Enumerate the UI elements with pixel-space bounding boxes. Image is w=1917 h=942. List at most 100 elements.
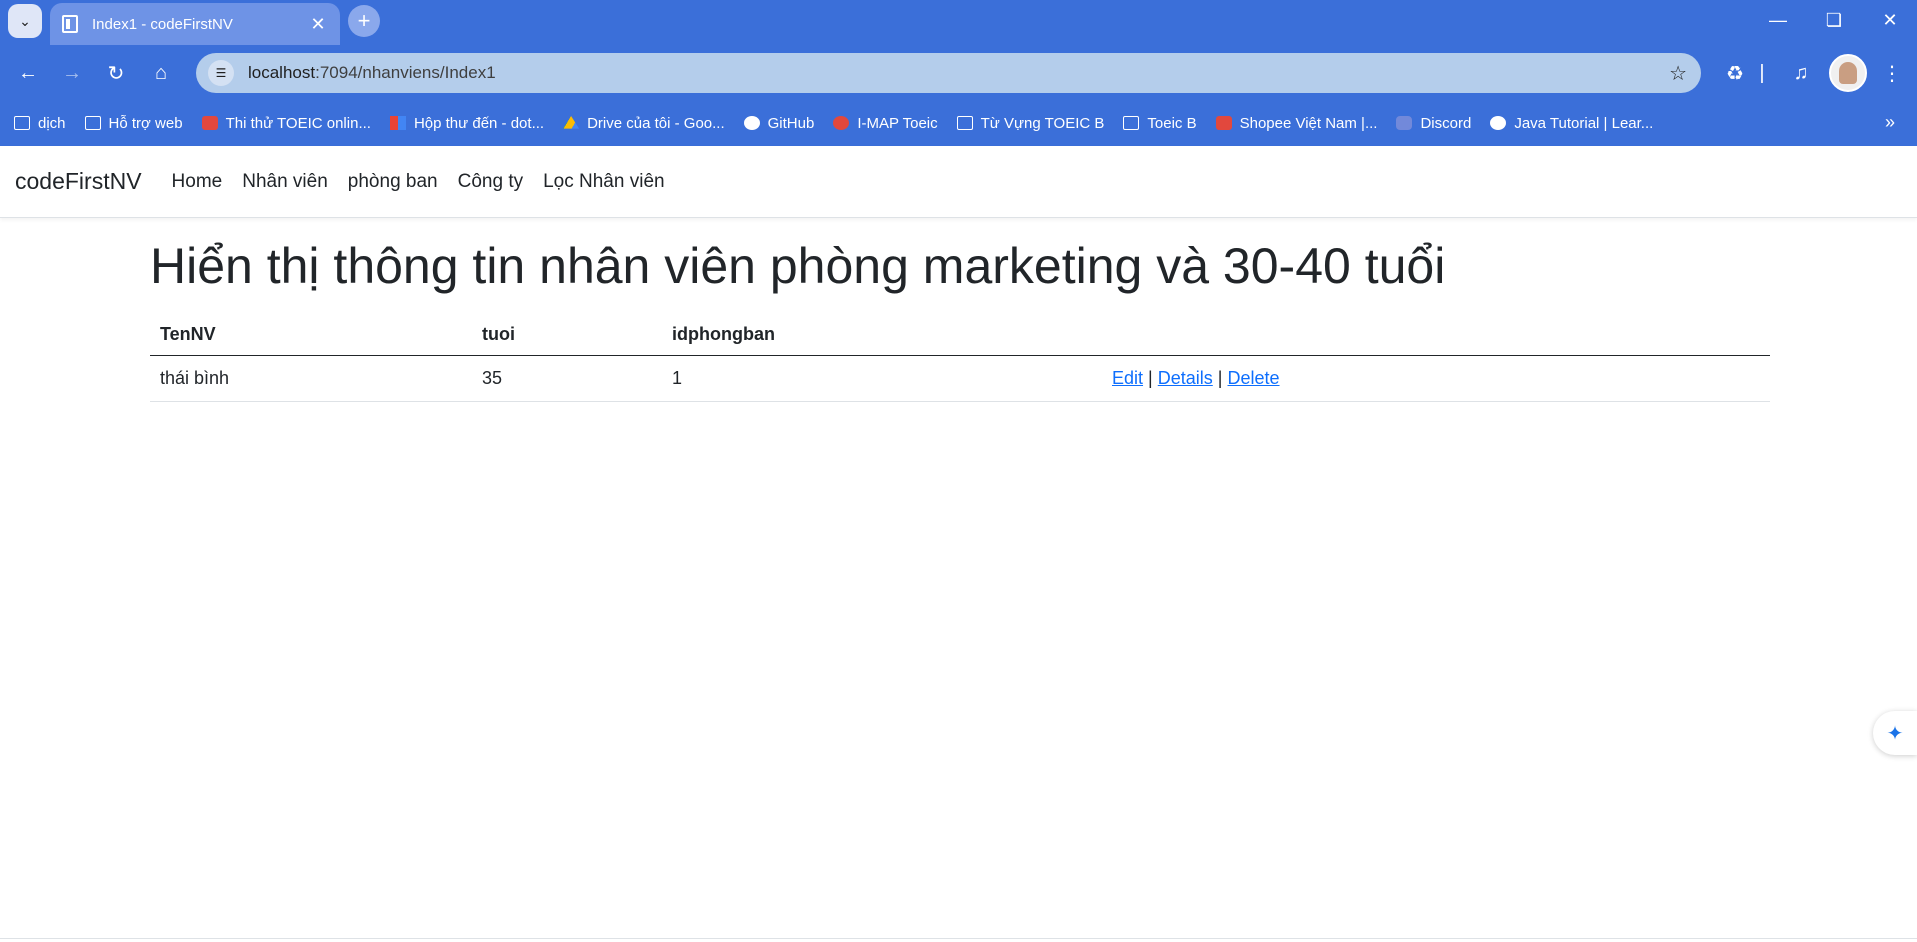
bookmark-label: Từ Vựng TOEIC B — [980, 114, 1105, 132]
arrow-left-icon: ← — [18, 61, 38, 84]
cell-tuoi: 35 — [472, 355, 662, 402]
web-page: codeFirstNV Home Nhân viên phòng ban Côn… — [0, 146, 1917, 942]
folder-icon — [956, 116, 973, 130]
folder-icon — [1123, 116, 1140, 130]
site-brand[interactable]: codeFirstNV — [15, 168, 142, 195]
arrow-right-icon: → — [62, 61, 82, 84]
home-button[interactable]: ⌂ — [145, 57, 177, 89]
bookmark-item[interactable]: Hỗ trợ web — [84, 114, 183, 132]
nav-congty[interactable]: Công ty — [458, 171, 523, 193]
page-icon — [62, 15, 78, 33]
reload-button[interactable]: ↻ — [100, 57, 132, 89]
bookmark-label: Shopee Việt Nam |... — [1239, 114, 1378, 132]
cell-actions: Edit | Details | Delete — [1102, 355, 1770, 402]
cell-idphongban: 1 — [662, 355, 1102, 402]
bookmark-item[interactable]: Toeic B — [1123, 114, 1197, 132]
bookmark-item[interactable]: Discord — [1396, 115, 1471, 132]
bookmark-item[interactable]: Từ Vựng TOEIC B — [956, 114, 1105, 132]
bookmark-item[interactable]: Hộp thư đến - dot... — [389, 114, 545, 132]
site-navbar: codeFirstNV Home Nhân viên phòng ban Côn… — [0, 146, 1917, 218]
tab-strip: ⌄ Index1 - codeFirstNV ✕ + — ❏ ✕ — [0, 0, 1917, 45]
nav-nhanvien[interactable]: Nhân viên — [242, 171, 328, 193]
edit-link[interactable]: Edit — [1112, 368, 1143, 388]
minimize-button[interactable]: — — [1750, 0, 1806, 40]
drive-icon — [563, 116, 580, 129]
gmail-icon — [389, 116, 406, 130]
reload-icon: ↻ — [107, 62, 125, 85]
back-button[interactable]: ← — [12, 57, 44, 89]
chevron-down-icon: ⌄ — [19, 12, 31, 29]
cell-tennv: thái bình — [150, 355, 472, 402]
github-icon — [743, 116, 760, 130]
folder-icon — [14, 116, 30, 130]
forward-button[interactable]: → — [56, 57, 88, 89]
browser-toolbar: ← → ↻ ⌂ ☰ localhost:7094/nhanviens/Index… — [0, 45, 1917, 100]
restore-button[interactable]: ❏ — [1806, 0, 1862, 40]
tab-search-button[interactable]: ⌄ — [8, 4, 42, 38]
address-bar[interactable]: ☰ localhost:7094/nhanviens/Index1 ☆ — [196, 53, 1701, 93]
bookmark-label: Toeic B — [1147, 114, 1197, 132]
bookmark-item[interactable]: Shopee Việt Nam |... — [1215, 114, 1378, 132]
page-title: Hiển thị thông tin nhân viên phòng marke… — [150, 238, 1446, 294]
menu-kebab-icon[interactable]: ⋮ — [1876, 57, 1908, 89]
bookmark-label: dịch — [38, 114, 66, 132]
nav-phongban[interactable]: phòng ban — [348, 171, 438, 193]
discord-icon — [1396, 116, 1413, 130]
bookmark-item[interactable]: dịch — [14, 115, 66, 132]
close-tab-icon[interactable]: ✕ — [308, 14, 328, 35]
bookmark-item[interactable]: GitHub — [743, 114, 815, 132]
separator: | — [1148, 368, 1153, 388]
bookmarks-bar: dịch Hỗ trợ web Thi thử TOEIC onlin... H… — [0, 100, 1917, 146]
browser-chrome: ⌄ Index1 - codeFirstNV ✕ + — ❏ ✕ ← → ↻ ⌂… — [0, 0, 1917, 146]
nav-home[interactable]: Home — [172, 171, 223, 193]
folder-icon — [84, 116, 101, 130]
url-host: localhost — [248, 63, 316, 82]
extensions-icon[interactable]: ♻ — [1719, 57, 1751, 89]
table-header-row: TenNV tuoi idphongban — [150, 314, 1770, 356]
header-tuoi: tuoi — [472, 314, 662, 356]
profile-avatar[interactable] — [1829, 54, 1867, 92]
bookmark-label: Discord — [1420, 114, 1472, 132]
bookmark-item[interactable]: Java Tutorial | Lear... — [1490, 115, 1653, 132]
separator: | — [1217, 368, 1223, 388]
bookmark-item[interactable]: Drive của tôi - Goo... — [563, 115, 725, 132]
main-content: Hiển thị thông tin nhân viên phòng marke… — [150, 236, 1770, 402]
bookmark-label: Drive của tôi - Goo... — [587, 114, 725, 132]
shopee-icon — [1215, 116, 1232, 130]
bookmark-star-icon[interactable]: ☆ — [1669, 61, 1687, 86]
bookmark-label: Thi thử TOEIC onlin... — [225, 114, 371, 132]
sparkle-drop-icon: ✦ — [1886, 722, 1904, 745]
imap-icon — [833, 116, 850, 130]
bookmark-label: Hộp thư đến - dot... — [413, 114, 545, 132]
url-text[interactable]: localhost:7094/nhanviens/Index1 — [248, 63, 496, 83]
header-idphongban: idphongban — [662, 314, 1102, 356]
tab-title: Index1 - codeFirstNV — [92, 15, 233, 33]
nav-loc-nhanvien[interactable]: Lọc Nhân viên — [543, 171, 664, 193]
delete-link[interactable]: Delete — [1228, 368, 1280, 388]
avatar-face — [1839, 62, 1857, 84]
media-controls-icon[interactable]: ♫ — [1785, 57, 1817, 89]
active-tab[interactable]: Index1 - codeFirstNV ✕ — [50, 3, 340, 45]
globe-icon — [1490, 116, 1507, 130]
bookmark-item[interactable]: Thi thử TOEIC onlin... — [201, 114, 371, 132]
site-info-icon[interactable]: ☰ — [208, 60, 234, 86]
footer-divider — [0, 938, 1917, 939]
more-bookmarks-icon[interactable]: » — [1885, 112, 1895, 133]
bookmark-label: I-MAP Toeic — [857, 114, 938, 132]
home-icon: ⌂ — [154, 61, 168, 84]
table-row: thái bình 35 1 Edit | Details | Delete — [150, 355, 1770, 402]
new-tab-button[interactable]: + — [348, 5, 380, 37]
header-tennv: TenNV — [150, 314, 472, 356]
bookmark-label: GitHub — [767, 114, 815, 132]
floating-assistant-button[interactable]: ✦ — [1873, 711, 1917, 755]
bookmark-label: Hỗ trợ web — [108, 114, 183, 132]
header-actions — [1102, 314, 1770, 356]
toeic-icon — [201, 116, 218, 130]
window-close-button[interactable]: ✕ — [1862, 0, 1917, 40]
toolbar-divider: | — [1759, 61, 1765, 84]
url-path: :7094/nhanviens/Index1 — [315, 63, 496, 82]
bookmark-label: Java Tutorial | Lear... — [1514, 114, 1654, 132]
details-link[interactable]: Details — [1158, 368, 1213, 388]
bookmark-item[interactable]: I-MAP Toeic — [833, 114, 938, 132]
employee-table: TenNV tuoi idphongban thái bình 35 1 Edi… — [150, 314, 1770, 402]
